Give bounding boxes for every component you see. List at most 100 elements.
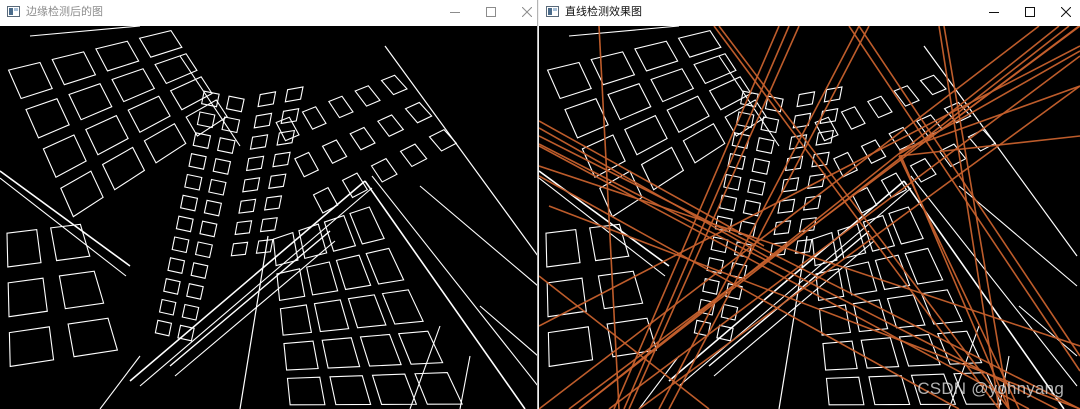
- close-icon: [522, 7, 532, 17]
- facade-window-outline: [200, 90, 220, 108]
- facade-window-outline: [68, 83, 113, 121]
- facade-window-outline: [414, 372, 463, 405]
- detected-line: [598, 26, 620, 409]
- detected-line: [918, 26, 1080, 147]
- facade-window-outline: [234, 220, 253, 236]
- detected-line: [539, 127, 770, 259]
- facade-window-outline: [216, 137, 236, 154]
- facade-window-outline: [255, 238, 274, 254]
- maximize-icon: [486, 7, 496, 17]
- facade-window-outline: [306, 261, 339, 296]
- minimize-button[interactable]: [977, 0, 1011, 25]
- detected-line: [658, 26, 860, 409]
- facade-window-outline: [347, 294, 387, 329]
- facade-window-outline: [230, 241, 249, 257]
- facade-window-outline: [279, 304, 313, 336]
- facade-window-outline: [184, 173, 203, 191]
- detected-line: [608, 55, 1080, 409]
- minimize-icon: [450, 12, 460, 13]
- facade-window-outline: [127, 95, 171, 133]
- facade-window-outline: [354, 85, 381, 107]
- facade-window-outline: [188, 153, 207, 170]
- facade-window-outline: [301, 106, 327, 130]
- facade-window-outline: [294, 151, 320, 178]
- facade-window-outline: [95, 40, 140, 72]
- detected-line: [623, 26, 790, 409]
- maximize-button[interactable]: [474, 0, 508, 25]
- facade-window-outline: [321, 337, 361, 369]
- watermark: CSDN @yohnyang: [917, 379, 1064, 398]
- facade-window-outline: [186, 283, 204, 300]
- left-window-title: 边缘检测后的图: [26, 5, 103, 18]
- facade-window-outline: [208, 178, 227, 196]
- detected-line: [578, 26, 1070, 409]
- building-edge-line: [129, 180, 366, 382]
- facade-window-outline: [181, 303, 200, 321]
- facade-window-outline: [286, 376, 326, 406]
- facade-window-outline: [179, 194, 199, 212]
- facade-window-outline: [111, 68, 156, 103]
- detected-line: [628, 26, 800, 409]
- facade-window-outline: [253, 112, 273, 129]
- facade-window-outline: [272, 151, 291, 168]
- facade-window-outline: [167, 257, 186, 274]
- building-edge-line: [384, 45, 537, 256]
- detected-line: [539, 165, 1080, 347]
- facade-window-outline: [8, 326, 55, 368]
- facade-window-outline: [42, 134, 87, 179]
- facade-window-outline: [51, 51, 97, 86]
- facade-window-outline: [154, 319, 173, 337]
- edge-detection-window: 边缘检测后的图: [0, 0, 538, 409]
- facade-window-outline: [370, 157, 398, 183]
- facade-window-outline: [85, 114, 129, 156]
- app-window-icon: [7, 6, 20, 17]
- facade-window-outline: [259, 217, 278, 233]
- facade-window-outline: [280, 108, 300, 125]
- edge-image: [0, 26, 537, 409]
- facade-window-outline: [329, 375, 372, 406]
- building-edge-line: [29, 26, 141, 37]
- facade-window-outline: [399, 143, 428, 168]
- facade-window-outline: [163, 278, 181, 295]
- facade-window-outline: [143, 122, 187, 164]
- detected-line: [938, 26, 1000, 409]
- facade-window-outline: [268, 173, 287, 189]
- facade-window-outline: [194, 241, 213, 259]
- facade-window-outline: [50, 223, 91, 262]
- building-edge-line: [179, 55, 241, 147]
- facade-window-outline: [376, 114, 405, 137]
- right-title-bar[interactable]: 直线检测效果图: [539, 0, 1080, 25]
- facade-window-outline: [276, 268, 306, 302]
- facade-window-outline: [58, 270, 105, 310]
- close-button[interactable]: [510, 0, 537, 25]
- facade-window-outline: [154, 53, 198, 85]
- close-button[interactable]: [1049, 0, 1080, 25]
- facade-window-outline: [199, 220, 218, 238]
- building-edge-line: [459, 355, 471, 409]
- facade-window-outline: [313, 299, 350, 333]
- facade-window-outline: [225, 95, 245, 113]
- building-edge-line: [99, 355, 141, 409]
- maximize-button[interactable]: [1013, 0, 1047, 25]
- facade-window-outline: [359, 333, 402, 367]
- facade-window-outline: [7, 61, 53, 100]
- detected-lines-overlay: [539, 26, 1080, 409]
- close-icon: [1061, 7, 1071, 17]
- facade-window-outline: [249, 134, 269, 150]
- facade-window-outline: [175, 215, 194, 233]
- line-detection-window: 直线检测效果图 CSDN @yohnyang: [539, 0, 1080, 409]
- facade-window-outline: [349, 206, 385, 245]
- facade-window-outline: [25, 98, 70, 139]
- minimize-button[interactable]: [438, 0, 472, 25]
- facade-window-outline: [7, 277, 48, 318]
- facade-window-outline: [238, 198, 257, 214]
- left-title-bar[interactable]: 边缘检测后的图: [0, 0, 537, 25]
- edge-image-canvas: [0, 26, 537, 409]
- detected-line: [848, 26, 1080, 372]
- detected-line: [638, 85, 1080, 409]
- facade-window-outline: [321, 139, 348, 165]
- facade-window-outline: [371, 373, 418, 405]
- facade-window-outline: [245, 155, 265, 172]
- facade-window-outline: [190, 262, 209, 279]
- facade-window-outline: [349, 126, 376, 151]
